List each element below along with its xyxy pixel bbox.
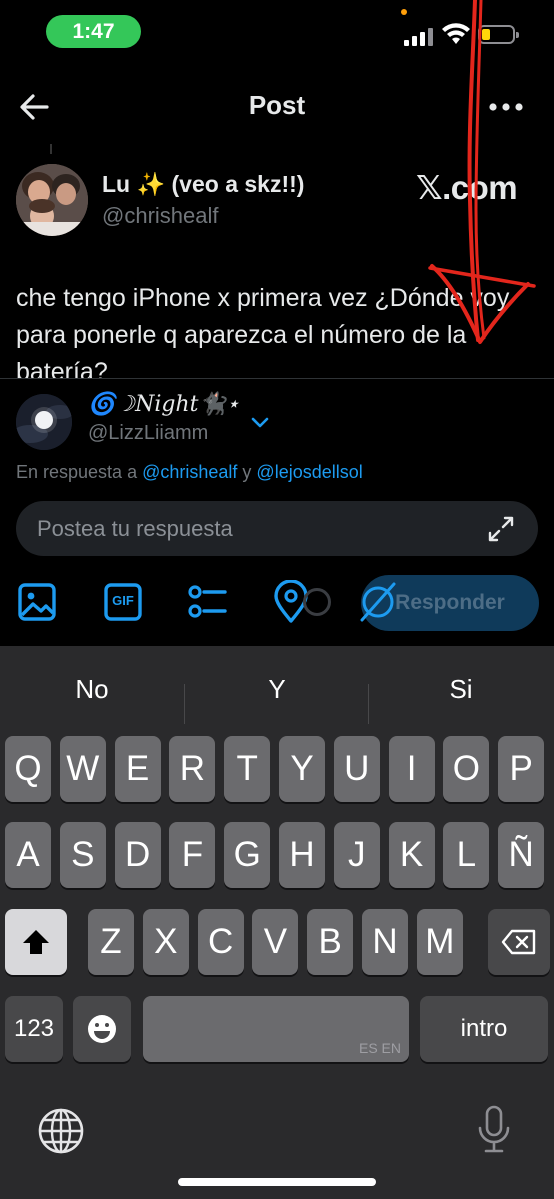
author-name[interactable]: Lu ✨ (veo a skz!!): [102, 171, 304, 198]
key-a[interactable]: A: [5, 822, 51, 888]
key-q[interactable]: Q: [5, 736, 51, 802]
globe-icon[interactable]: [37, 1107, 85, 1155]
key-n[interactable]: N: [362, 909, 408, 975]
key-e[interactable]: E: [114, 736, 161, 802]
replying-to: En respuesta a @chrishealf y @lejosdells…: [16, 462, 363, 483]
thread-connector: [50, 144, 52, 154]
space-key[interactable]: ES EN: [143, 996, 409, 1062]
key-y[interactable]: Y: [279, 736, 325, 802]
emoji-icon: [88, 1015, 116, 1043]
post-text: che tengo iPhone x primera vez ¿Dónde vo…: [16, 284, 510, 378]
key-t[interactable]: T: [224, 736, 271, 802]
key-z[interactable]: Z: [88, 909, 134, 975]
status-time[interactable]: 1:47: [46, 15, 141, 48]
expand-icon[interactable]: [488, 516, 514, 542]
key-g[interactable]: G: [224, 822, 271, 888]
cellular-signal-icon: [404, 26, 434, 46]
key-h[interactable]: H: [279, 822, 325, 888]
status-bar: 1:47: [0, 0, 554, 64]
poll-icon[interactable]: [187, 580, 227, 624]
author-avatar[interactable]: [16, 164, 88, 236]
mention-link[interactable]: @lejosdellsol: [256, 462, 362, 482]
compose-toolbar: GIF Responder: [0, 575, 554, 631]
shift-icon: [23, 930, 49, 954]
delete-key[interactable]: [488, 909, 550, 975]
reply-placeholder: Postea tu respuesta: [37, 516, 233, 541]
key-f[interactable]: F: [169, 822, 216, 888]
return-key[interactable]: intro: [420, 996, 548, 1062]
key-i[interactable]: I: [388, 736, 435, 802]
key-c[interactable]: C: [197, 909, 244, 975]
backspace-icon: [501, 929, 536, 955]
replying-prefix: En respuesta a: [16, 462, 143, 482]
reply-account-handle[interactable]: @LizzLiiamm: [88, 422, 208, 445]
key-j[interactable]: J: [333, 822, 380, 888]
x-watermark: 𝕏.com: [416, 169, 518, 206]
gif-label: GIF: [112, 593, 134, 608]
privacy-indicator: [401, 9, 407, 15]
key-s[interactable]: S: [59, 822, 106, 888]
mention-link[interactable]: @chrishealf: [142, 462, 237, 482]
key-v[interactable]: V: [252, 909, 299, 975]
author-handle[interactable]: @chrishealf: [102, 203, 219, 229]
post-header: Post: [0, 74, 554, 138]
suggestion[interactable]: No: [0, 674, 184, 705]
key-o[interactable]: O: [443, 736, 490, 802]
suggestion-bar: No Y Si: [0, 660, 554, 724]
key-k[interactable]: K: [388, 822, 435, 888]
microphone-icon[interactable]: [476, 1103, 512, 1155]
character-counter: [303, 588, 331, 616]
divider: [0, 378, 554, 379]
key-r[interactable]: R: [169, 736, 216, 802]
reply-input[interactable]: Postea tu respuesta: [16, 501, 538, 556]
key-b[interactable]: B: [307, 909, 354, 975]
key-u[interactable]: U: [333, 736, 380, 802]
key-p[interactable]: P: [498, 736, 545, 802]
more-options-icon[interactable]: [488, 102, 524, 112]
replying-joiner: y: [237, 462, 257, 482]
key-m[interactable]: M: [416, 909, 463, 975]
wifi-icon: [442, 23, 470, 44]
key-ñ[interactable]: Ñ: [498, 822, 545, 888]
emoji-key[interactable]: [73, 996, 131, 1062]
numbers-key[interactable]: 123: [5, 996, 63, 1062]
space-languages: ES EN: [358, 1040, 401, 1056]
gif-icon[interactable]: GIF: [103, 580, 143, 624]
chevron-down-icon[interactable]: [248, 412, 272, 432]
key-w[interactable]: W: [59, 736, 106, 802]
battery-icon: [478, 25, 519, 44]
suggestion[interactable]: Y: [185, 674, 369, 705]
key-x[interactable]: X: [142, 909, 189, 975]
annotation-scribble-icon: [360, 582, 396, 622]
reply-account-name[interactable]: 🌀☽𝑁𝑖𝑔ℎ𝑡🐈‍⬛⋆: [88, 392, 240, 417]
home-indicator[interactable]: [178, 1178, 376, 1186]
suggestion[interactable]: Si: [369, 674, 553, 705]
image-icon[interactable]: [17, 580, 57, 624]
page-title: Post: [248, 90, 306, 120]
key-d[interactable]: D: [114, 822, 161, 888]
shift-key[interactable]: [5, 909, 67, 975]
reply-account-avatar[interactable]: [16, 394, 72, 450]
key-l[interactable]: L: [443, 822, 490, 888]
